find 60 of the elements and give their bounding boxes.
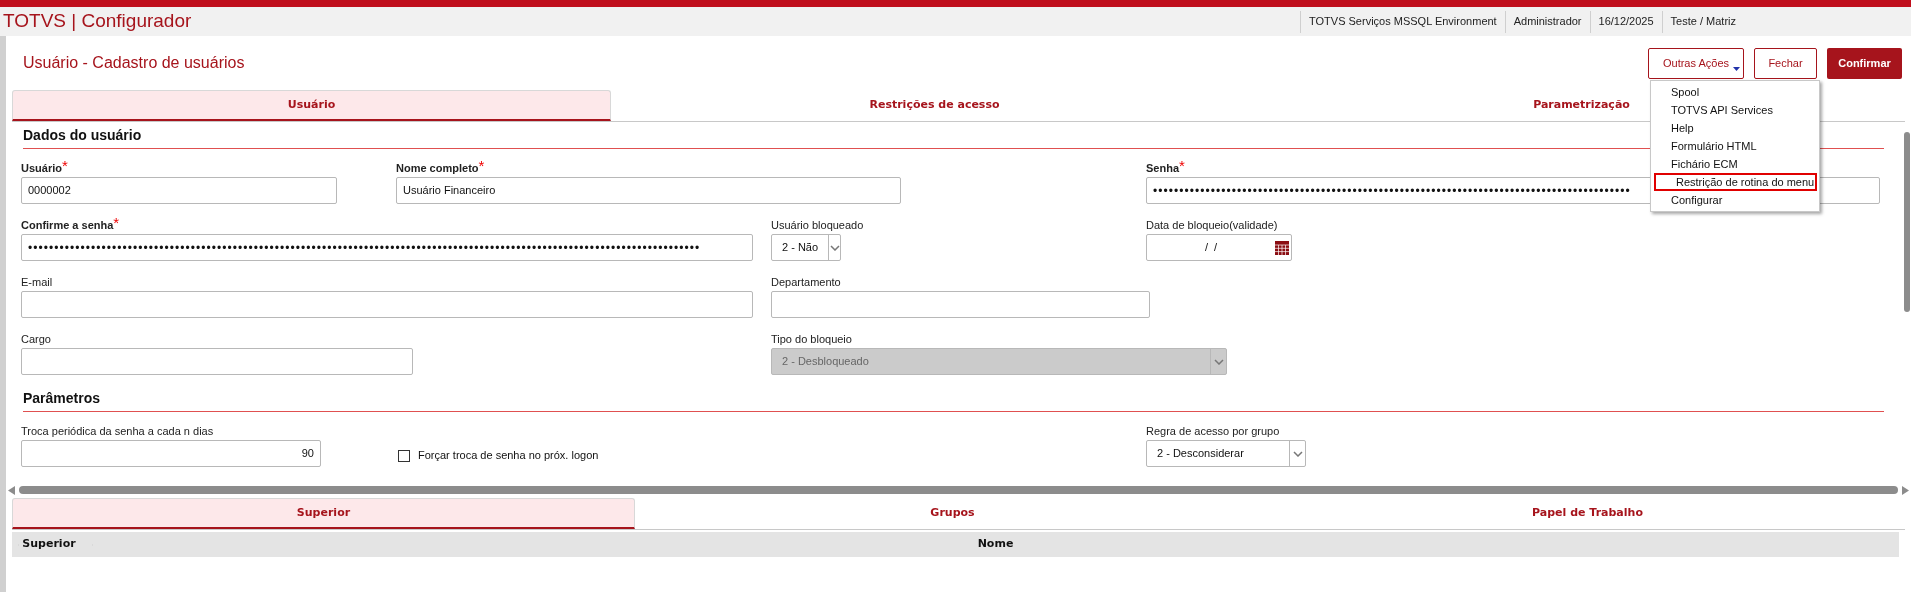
menu-item[interactable]: Restrição de rotina do menu [1654,173,1817,191]
field-label: Usuário bloqueado [771,218,864,233]
checkbox-label: Forçar troca de senha no próx. logon [418,448,599,464]
section-title: Dados do usuário [23,126,142,145]
input-field[interactable] [21,291,753,318]
menu-item[interactable]: Fichário ECM [1651,155,1819,173]
field-label: Data de bloqueio(validade) [1146,218,1278,233]
header-info: TOTVS Serviços MSSQL Environment [1300,10,1505,33]
action-button[interactable]: Confirmar [1827,47,1902,79]
field-label: Regra de acesso por grupo [1146,424,1280,439]
input-field[interactable]: 90 [21,440,321,467]
required-mark: * [61,160,68,172]
caret-down-icon [1733,66,1740,71]
column-header[interactable]: Superior [22,536,76,553]
tab[interactable]: Restrições de acesso [611,90,1258,121]
select-field[interactable]: 2 - Não [771,234,841,261]
chevron-down-icon [1213,358,1224,365]
required-mark: * [478,160,485,172]
chevron-down-icon [829,244,840,251]
header-info: Teste / Matriz [1661,10,1744,33]
field-label: Usuário [21,162,62,176]
field-label: Nome completo [396,162,479,176]
action-button[interactable]: Outras Ações [1648,47,1744,79]
required-mark: * [113,217,120,229]
menu-item[interactable]: Spool [1651,83,1819,101]
field-label: E-mail [21,275,53,290]
scroll-left-icon[interactable] [8,485,15,495]
field-label: Cargo [21,332,51,347]
tab[interactable]: Superior [12,498,635,529]
required-mark: * [1179,160,1185,172]
menu-item[interactable]: Help [1651,119,1819,137]
calendar-icon[interactable] [1275,240,1289,255]
horizontal-scrollbar[interactable] [8,484,1909,496]
field-label: Departamento [771,275,841,290]
tab[interactable]: Usuário [12,90,611,121]
action-button[interactable]: Fechar [1754,47,1817,79]
header-info: Administrador [1504,10,1590,33]
input-field[interactable]: 0000002 [21,177,337,204]
input-field[interactable]: Usuário Financeiro [396,177,901,204]
header-info: 16/12/2025 [1589,10,1662,33]
menu-item[interactable]: TOTVS API Services [1651,101,1819,119]
scroll-right-icon[interactable] [1902,485,1909,495]
menu-item[interactable]: Formulário HTML [1651,137,1819,155]
checkbox[interactable] [398,449,410,462]
input-field[interactable]: •••••••••••••••••••••••••••••••••••••••••••••••••••••••••••••••••••••••••••••••••••••••••••••••••••••••••••••••••••••••••••••••• [21,234,753,261]
app-title: TOTVS | Configurador [2,9,192,34]
column-header[interactable]: Nome [977,536,1014,553]
field-label: Tipo do bloqueio [771,332,852,347]
select-field[interactable]: 2 - Desconsiderar [1146,440,1306,467]
field-label: Confirme a senha [21,219,114,233]
section-title: Parâmetros [23,389,101,408]
tab[interactable]: Papel de Trabalho [1270,498,1905,529]
input-field[interactable] [771,291,1150,318]
input-field[interactable] [21,348,413,375]
chevron-down-icon [1292,450,1303,457]
field-label: Senha [1146,162,1179,176]
field-label: Troca periódica da senha a cada n dias [21,424,214,439]
date-field[interactable]: / / [1146,234,1292,261]
tab[interactable]: Grupos [635,498,1270,529]
page-title: Usuário - Cadastro de usuários [23,53,245,73]
